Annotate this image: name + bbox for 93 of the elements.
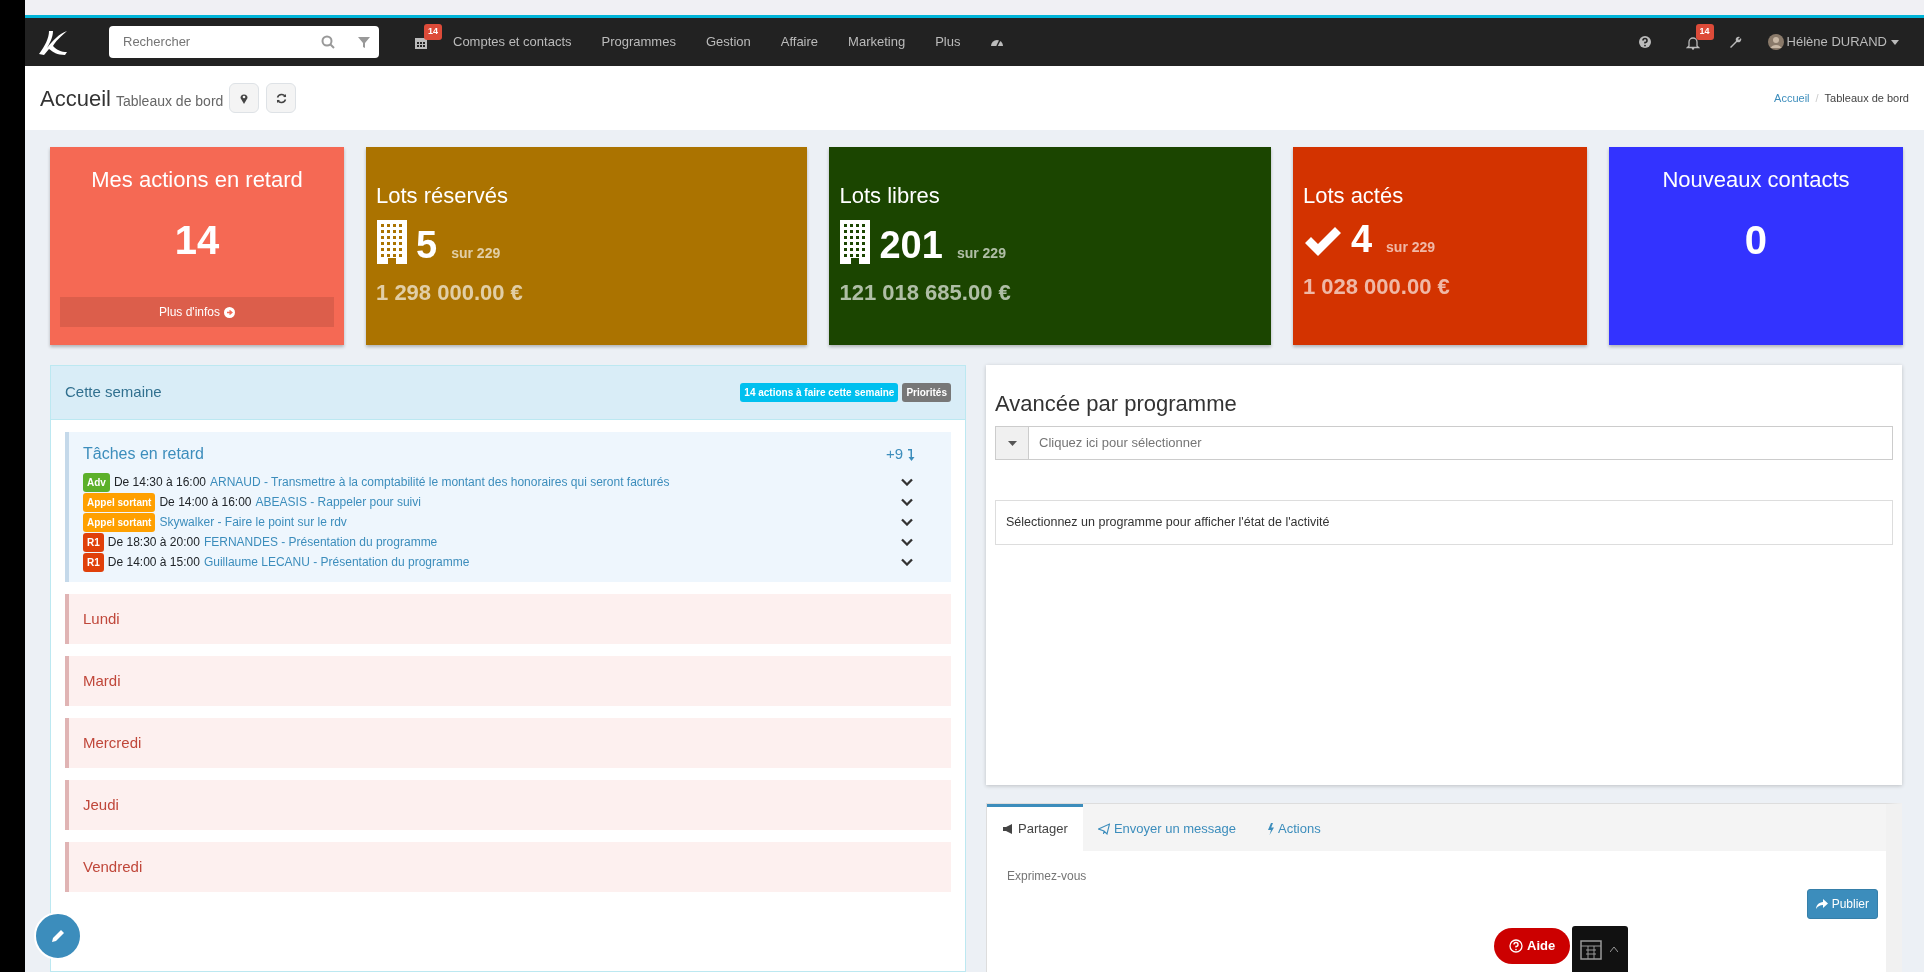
filter-icon[interactable] — [357, 35, 371, 49]
count-badge: 14 actions à faire cette semaine — [740, 383, 899, 402]
caret-icon — [1007, 440, 1017, 446]
help-icon[interactable] — [1637, 35, 1652, 49]
breadcrumb-item[interactable]: Accueil — [1774, 89, 1810, 107]
arrow-down-icon — [907, 447, 915, 461]
plane-icon — [1097, 822, 1110, 835]
feed-tab[interactable]: Envoyer un message — [1082, 804, 1251, 851]
task-tag: Appel sortant — [83, 512, 156, 532]
day-title: Vendredi — [83, 856, 143, 877]
nav-link[interactable]: Plus — [920, 32, 976, 52]
tile-title: Mes actions en retard — [91, 166, 303, 194]
chevron-down-icon[interactable] — [901, 558, 913, 566]
tile-value: 14 — [174, 217, 220, 264]
more-info-link[interactable]: Plus d'infos — [60, 297, 335, 327]
tile-value: 5 — [416, 226, 438, 264]
notification-badge: 14 — [424, 24, 442, 40]
tile-total: sur 229 — [956, 244, 1006, 263]
task-time: De 14:00 à 15:00 — [107, 554, 200, 571]
task-link[interactable]: Skywalker - Faire le point sur le rdv — [159, 513, 347, 531]
refresh-button[interactable] — [266, 83, 297, 113]
section-title: Tâches en retard — [83, 444, 204, 464]
notification-badge: 14 — [1695, 24, 1714, 40]
nav-link[interactable]: Programmes — [586, 32, 691, 52]
location-button[interactable] — [229, 83, 260, 113]
day-title: Jeudi — [83, 794, 119, 815]
building-icon — [376, 220, 409, 264]
page-title: Accueil — [40, 84, 111, 113]
chevron-down-icon[interactable] — [901, 478, 913, 486]
tile-total: sur 229 — [451, 244, 501, 263]
caret-up-icon — [1610, 946, 1618, 952]
task-time: De 14:00 à 16:00 — [159, 494, 252, 511]
nav-link[interactable]: Marketing — [833, 32, 921, 52]
publish-button[interactable]: Publier — [1806, 888, 1878, 919]
megaphone-icon — [1002, 822, 1014, 835]
card-title: Avancée par programme — [995, 390, 1238, 418]
bell-icon[interactable] — [1685, 35, 1700, 50]
day-title: Lundi — [83, 608, 120, 629]
arrow-circle-icon — [224, 306, 235, 318]
panel-title: Cette semaine — [65, 382, 162, 403]
pin-icon — [240, 92, 249, 104]
user-menu[interactable]: Hélène DURAND — [1783, 32, 1914, 52]
page-subtitle: Tableaux de bord — [115, 91, 224, 111]
info-message: Sélectionnez un programme pour afficher l'état de l'activité — [995, 500, 1893, 545]
pencil-icon — [50, 928, 66, 944]
chevron-down-icon[interactable] — [901, 538, 913, 546]
breadcrumb-item: Tableaux de bord — [1824, 90, 1909, 106]
refresh-icon — [275, 92, 287, 104]
day-title: Mercredi — [83, 732, 142, 753]
task-tag: R1 — [83, 532, 104, 552]
calendar-icon[interactable] — [414, 35, 428, 50]
more-link[interactable]: +9 — [885, 442, 915, 466]
tile-title: Nouveaux contacts — [1662, 166, 1850, 194]
avatar-icon[interactable] — [1767, 34, 1784, 50]
feed-tab[interactable]: Partager — [987, 804, 1083, 851]
tile-amount: 1 298 000.00 € — [376, 279, 524, 307]
nav-link[interactable]: Gestion — [690, 32, 766, 52]
calendar-widget[interactable] — [1572, 926, 1628, 972]
tile-amount: 1 028 000.00 € — [1302, 273, 1451, 301]
tile-title: Lots actés — [1302, 182, 1405, 210]
search-icon[interactable] — [321, 35, 335, 49]
tile-value: 4 — [1350, 220, 1373, 258]
building-icon — [839, 220, 872, 264]
task-time: De 18:30 à 20:00 — [107, 534, 200, 551]
day-title: Mardi — [83, 670, 121, 691]
bolt-icon — [1266, 822, 1274, 835]
task-tag: Adv — [83, 472, 110, 492]
task-tag: R1 — [83, 552, 104, 572]
task-link[interactable]: Guillaume LECANU - Présentation du programme — [203, 553, 470, 571]
calendar-icon — [1580, 938, 1602, 960]
tile-value: 0 — [1744, 217, 1768, 264]
chevron-down-icon[interactable] — [901, 518, 913, 526]
chevron-down-icon[interactable] — [901, 498, 913, 506]
count-badge: Priorités — [902, 383, 951, 402]
tile-total: sur 229 — [1386, 238, 1436, 257]
tile-title: Lots réservés — [376, 182, 510, 210]
tile-title: Lots libres — [839, 182, 941, 210]
tile-amount: 121 018 685.00 € — [839, 279, 1012, 307]
task-link[interactable]: FERNANDES - Présentation du programme — [203, 533, 438, 551]
task-link[interactable]: ABEASIS - Rappeler pour suivi — [255, 493, 421, 511]
dropdown-button[interactable] — [996, 427, 1029, 459]
help-button[interactable]: Aide — [1494, 928, 1571, 964]
tile-value: 201 — [879, 226, 943, 264]
task-time: De 14:30 à 16:00 — [113, 474, 206, 491]
help-circle-icon — [1509, 939, 1523, 953]
nav-link[interactable]: Affaire — [765, 32, 834, 52]
feed-tab[interactable]: Actions — [1251, 804, 1336, 851]
task-tag: Appel sortant — [83, 492, 156, 512]
breadcrumb-separator: / — [1814, 90, 1820, 106]
share-icon — [1815, 898, 1828, 909]
task-link[interactable]: ARNAUD - Transmettre à la comptabilité le montant des honoraires qui seront facturés — [210, 473, 670, 491]
search-box[interactable]: Rechercher — [109, 26, 379, 58]
caret-icon — [1891, 39, 1899, 45]
